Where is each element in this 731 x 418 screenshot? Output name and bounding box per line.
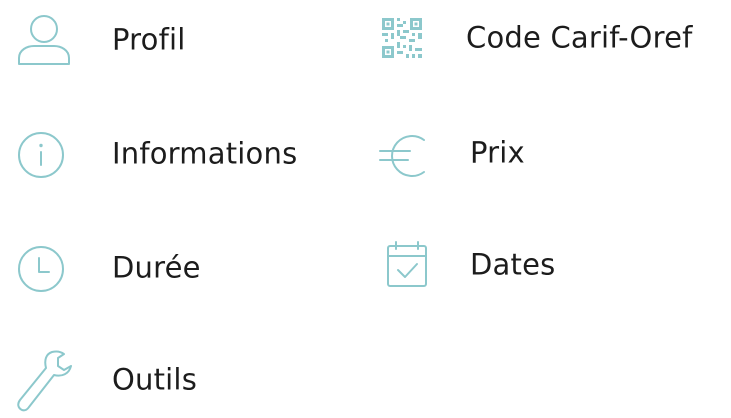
item-label: Dates [470,247,556,282]
item-label: Profil [112,22,186,57]
euro-icon [378,130,430,182]
info-item-dates: Dates [384,235,604,295]
item-label: Durée [112,250,201,285]
clock-icon [17,245,65,293]
info-item-informations: Informations [14,124,344,184]
info-item-prix: Prix [378,123,578,183]
item-label: Prix [470,135,525,170]
user-icon [14,10,74,70]
info-item-outils: Outils [14,350,274,412]
item-label: Informations [112,136,298,171]
wrench-icon [14,348,74,414]
item-label: Code Carif-Oref [466,20,693,55]
item-label: Outils [112,362,197,397]
info-item-code-carif-oref: Code Carif-Oref [380,8,725,68]
info-item-duree: Durée [14,238,274,298]
info-icon [17,131,65,179]
qr-code-icon [382,18,422,58]
info-item-profil: Profil [14,10,314,70]
calendar-check-icon [386,240,430,290]
